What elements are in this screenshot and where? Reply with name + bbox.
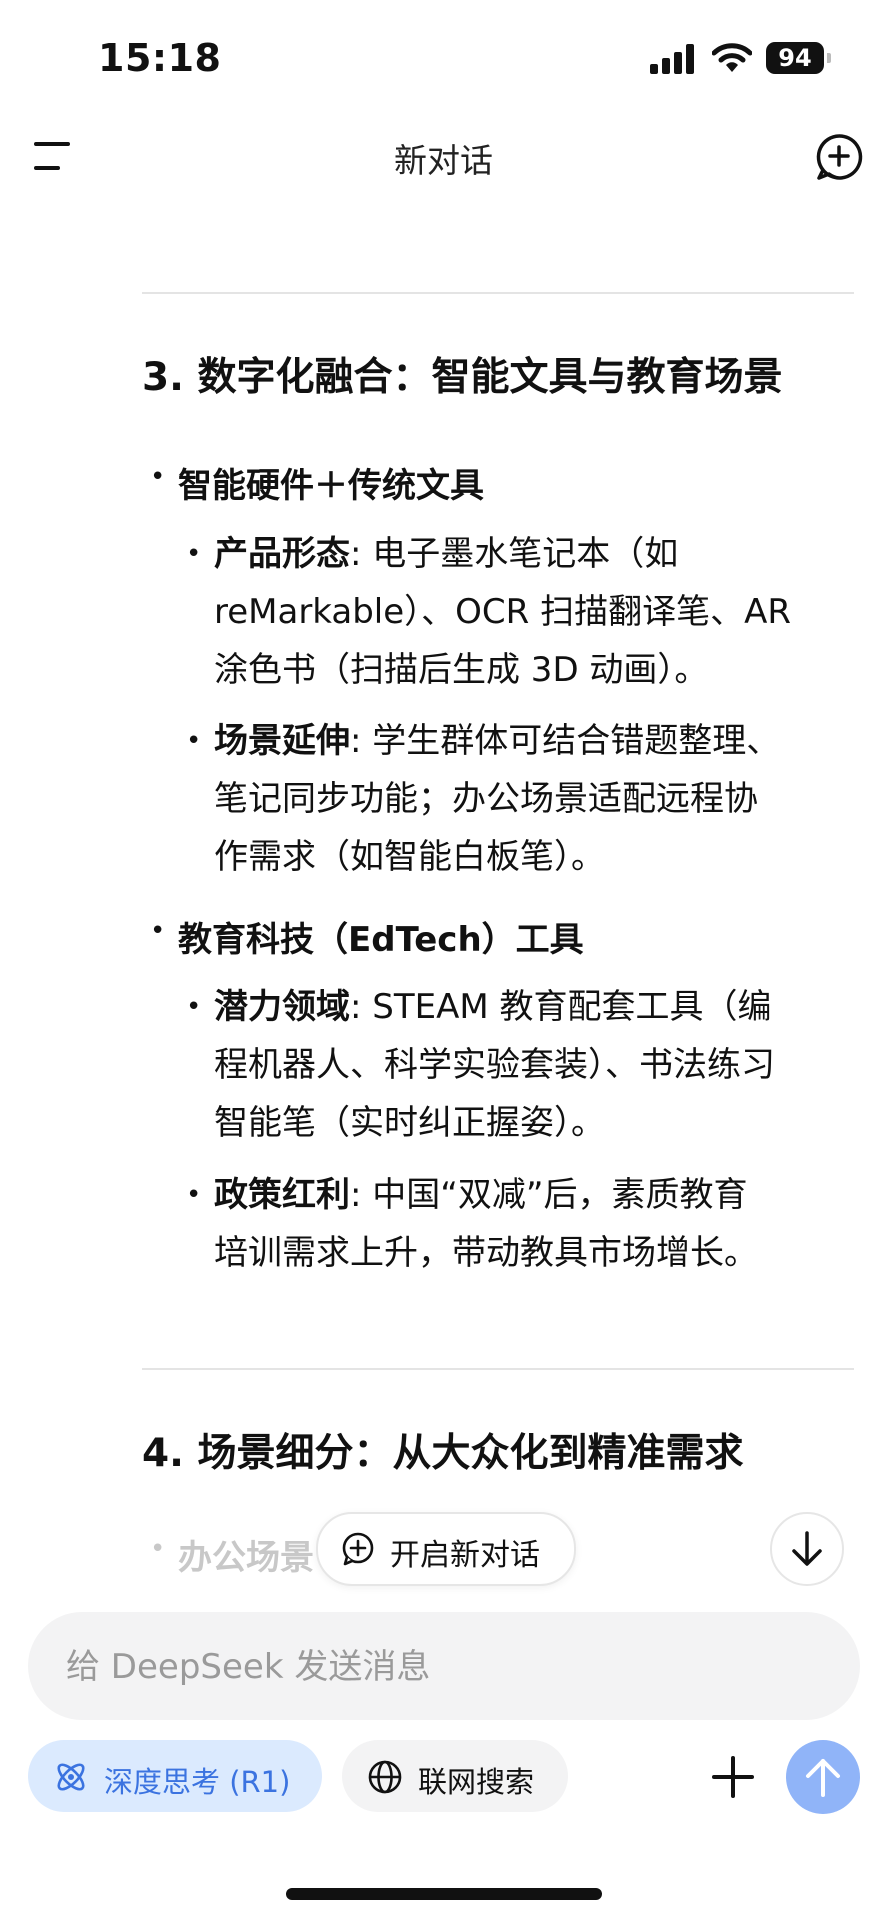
- section-divider: [142, 292, 854, 294]
- new-chat-icon[interactable]: [814, 132, 864, 182]
- status-bar: 15:18 94: [0, 0, 887, 110]
- web-search-toggle[interactable]: 联网搜索: [342, 1740, 568, 1812]
- top-nav-bar: 新对话: [0, 110, 887, 200]
- list-item: 场景延伸: 学生群体可结合错题整理、 笔记同步功能；办公场景适配远程协 作需求（…: [186, 712, 858, 886]
- arrow-up-icon: [806, 1759, 840, 1797]
- message-input-container[interactable]: [28, 1612, 860, 1720]
- globe-icon: [368, 1760, 402, 1794]
- web-search-label: 联网搜索: [418, 1765, 535, 1799]
- deep-think-label: 深度思考 (R1): [104, 1765, 291, 1799]
- atom-icon: [57, 1763, 85, 1791]
- status-time: 15:18: [98, 36, 222, 80]
- home-indicator: [286, 1888, 602, 1900]
- start-new-chat-label: 开启新对话: [390, 1538, 540, 1573]
- bullet-group-title: 智能硬件＋传统文具: [150, 458, 484, 507]
- new-chat-icon: [342, 1532, 374, 1566]
- page-title: 新对话: [394, 141, 493, 180]
- cellular-signal-icon: [650, 44, 696, 74]
- list-item: 政策红利: 中国“双减”后，素质教育 培训需求上升，带动教具市场增长。: [186, 1166, 858, 1282]
- message-input[interactable]: [64, 1638, 828, 1696]
- arrow-down-icon: [792, 1531, 822, 1566]
- chat-content[interactable]: 3. 数字化融合：智能文具与教育场景 智能硬件＋传统文具 产品形态: 电子墨水笔…: [0, 200, 887, 1580]
- wifi-icon: [712, 43, 752, 72]
- deep-think-toggle[interactable]: 深度思考 (R1): [28, 1740, 322, 1812]
- battery-icon: 94: [766, 42, 824, 74]
- start-new-chat-button[interactable]: 开启新对话: [316, 1512, 576, 1586]
- partial-list-item: 办公场景: [150, 1530, 314, 1579]
- section-heading: 4. 场景细分：从大众化到精准需求: [142, 1431, 744, 1476]
- section-divider: [142, 1368, 854, 1370]
- list-item: 产品形态: 电子墨水笔记本（如 reMarkable）、OCR 扫描翻译笔、AR…: [186, 525, 858, 699]
- battery-cap: [827, 53, 831, 63]
- send-button[interactable]: [786, 1740, 860, 1814]
- scroll-to-bottom-button[interactable]: [770, 1512, 844, 1586]
- section-heading: 3. 数字化融合：智能文具与教育场景: [142, 355, 783, 400]
- list-item: 潜力领域: STEAM 教育配套工具（编 程机器人、科学实验套装）、书法练习 智…: [186, 978, 858, 1152]
- attach-plus-icon[interactable]: [710, 1754, 756, 1800]
- bullet-group-title: 教育科技（EdTech）工具: [150, 912, 584, 961]
